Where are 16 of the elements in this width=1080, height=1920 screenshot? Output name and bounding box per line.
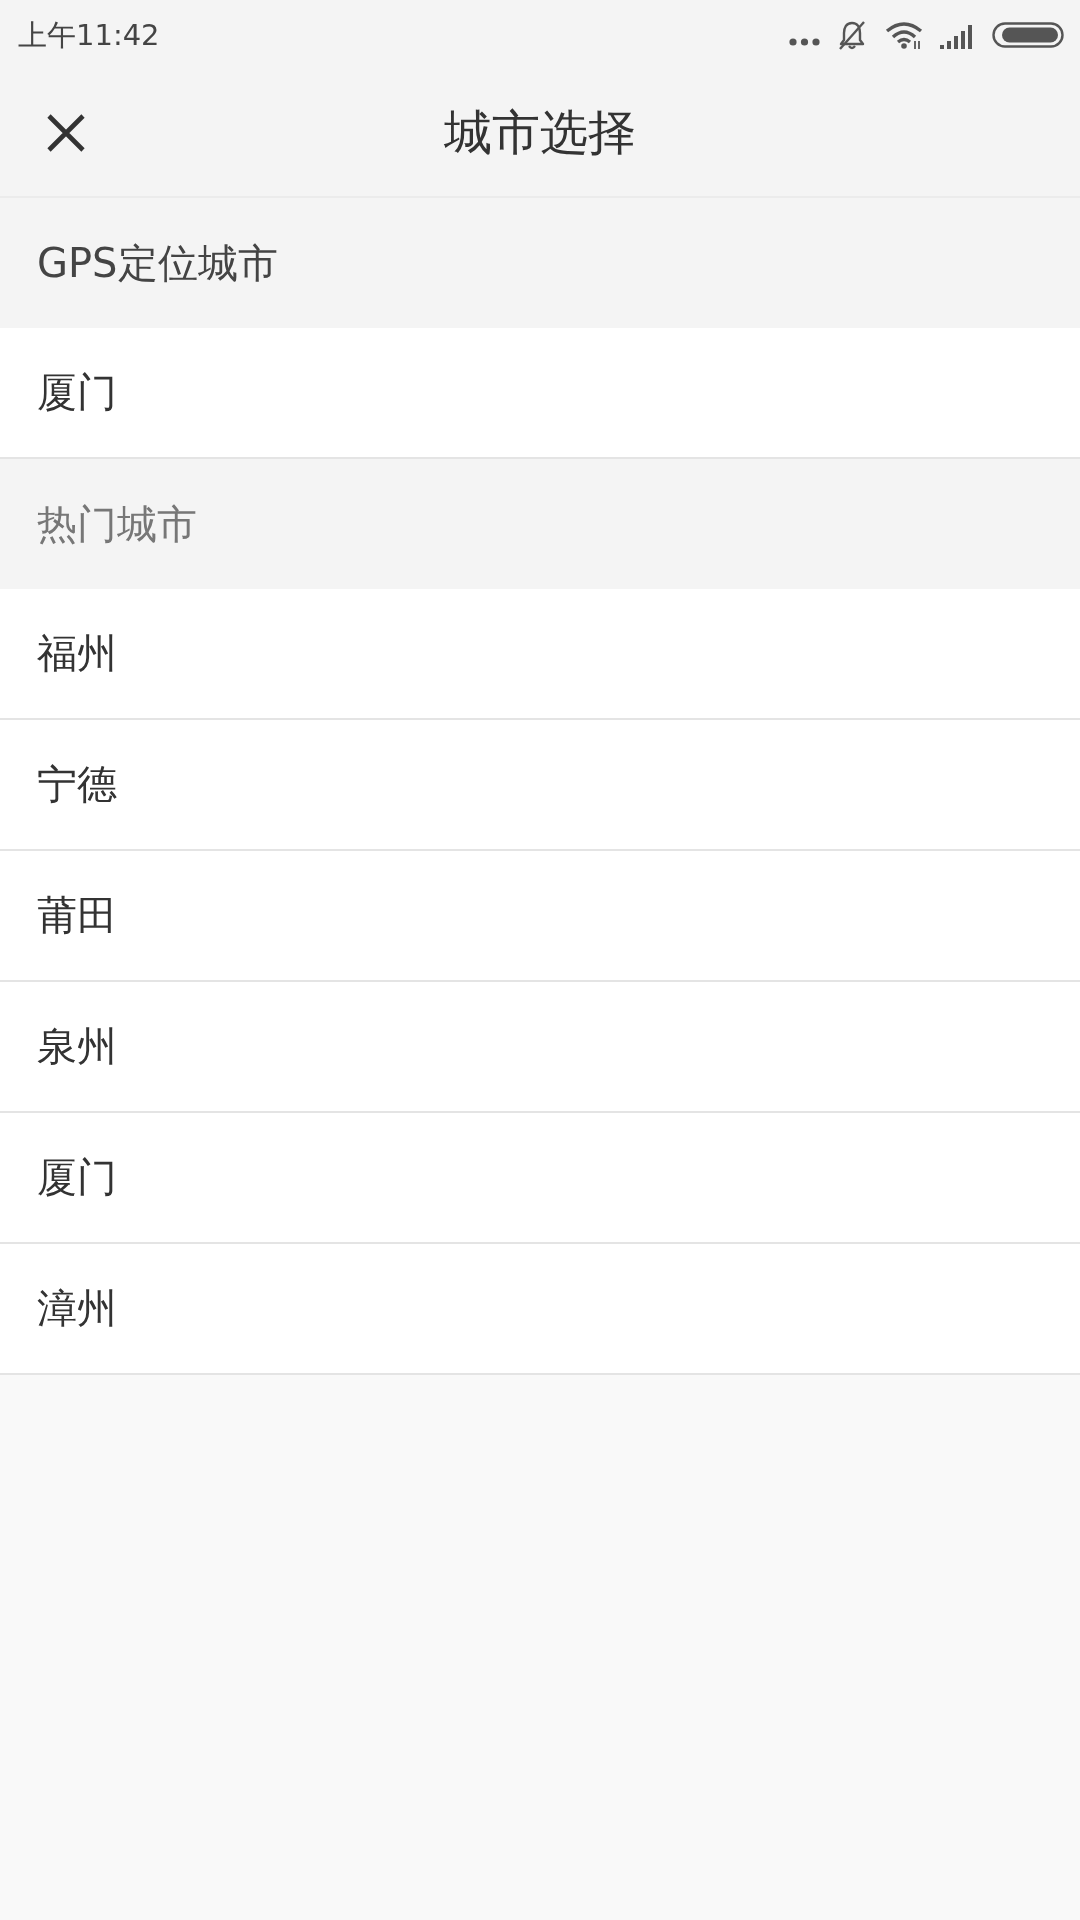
city-list-item[interactable]: 厦门 xyxy=(0,328,1080,459)
section-header: GPS定位城市 xyxy=(0,198,1080,328)
city-list-item[interactable]: 福州 xyxy=(0,589,1080,720)
section-header: 热门城市 xyxy=(0,459,1080,589)
wifi-icon xyxy=(885,21,923,49)
status-time: 上午11:42 xyxy=(18,20,160,50)
battery-icon xyxy=(992,22,1064,48)
city-list-item[interactable]: 漳州 xyxy=(0,1244,1080,1375)
city-list-item[interactable]: 宁德 xyxy=(0,720,1080,851)
city-list-item[interactable]: 莆田 xyxy=(0,851,1080,982)
more-dots-icon xyxy=(789,38,820,46)
bell-muted-icon xyxy=(837,19,867,51)
page-title: 城市选择 xyxy=(444,103,636,162)
city-list-item[interactable]: 泉州 xyxy=(0,982,1080,1113)
city-list-item[interactable]: 厦门 xyxy=(0,1113,1080,1244)
close-icon xyxy=(46,113,86,153)
